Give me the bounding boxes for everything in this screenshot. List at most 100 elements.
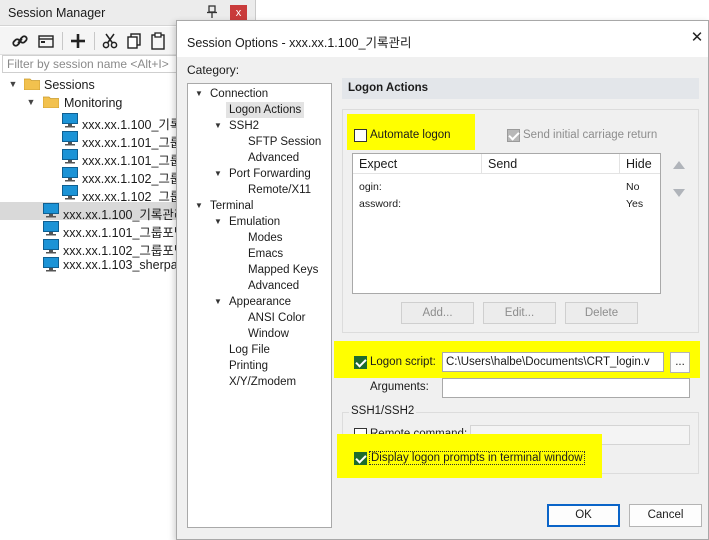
column-header-hide[interactable]: Hide [620, 154, 660, 174]
monitor-icon [62, 185, 78, 200]
session-options-dialog: Session Options - xxx.xx.1.100_기록관리 ✕ Ca… [176, 20, 709, 540]
category-label-text: Window [248, 328, 289, 340]
category-label-text: Port Forwarding [229, 168, 311, 180]
category-label-text: Modes [248, 232, 283, 244]
browse-script-button[interactable]: ... [670, 352, 690, 373]
category-item-emulation-advanced[interactable]: Advanced [248, 278, 299, 294]
toolbar-separator [62, 32, 63, 50]
move-up-icon[interactable] [672, 159, 686, 171]
category-item-appearance[interactable]: ▼ Appearance [213, 294, 291, 310]
ssh-group-label: SSH1/SSH2 [349, 405, 417, 417]
logon-script-checkbox[interactable] [354, 356, 367, 369]
monitor-icon [62, 149, 78, 164]
column-header-expect[interactable]: Expect [353, 154, 482, 174]
delete-button[interactable]: Delete [565, 302, 638, 324]
category-tree[interactable]: ▼ Connection Logon Actions ▼ SSH2 SFTP Ses… [187, 83, 332, 528]
monitor-icon [62, 167, 78, 182]
category-item-log-file[interactable]: Log File [229, 342, 270, 358]
category-item-mapped-keys[interactable]: Mapped Keys [248, 262, 318, 278]
category-label-text: Advanced [248, 152, 300, 164]
chevron-down-icon[interactable]: ▼ [194, 198, 204, 214]
table-cell-hide[interactable]: No [626, 181, 639, 193]
category-item-printing[interactable]: Printing [229, 358, 268, 374]
move-down-icon[interactable] [672, 187, 686, 199]
chevron-down-icon[interactable]: ▼ [213, 214, 223, 230]
display-prompts-label: Display logon prompts in terminal window [369, 451, 585, 465]
display-prompts-checkbox[interactable] [354, 452, 367, 465]
logon-actions-table[interactable]: Expect Send Hide ogin: No assword: Yes [352, 153, 661, 294]
category-label-text: Mapped Keys [248, 264, 319, 276]
ok-button[interactable]: OK [547, 504, 620, 527]
category-item-ssh2-advanced[interactable]: Advanced [248, 150, 299, 166]
add-button[interactable]: Add... [401, 302, 474, 324]
dialog-title: Session Options - xxx.xx.1.100_기록관리 [187, 36, 412, 50]
category-item-logon-actions[interactable]: Logon Actions [226, 102, 305, 118]
category-item-ssh2[interactable]: ▼ SSH2 [213, 118, 259, 134]
category-item-sftp-session[interactable]: SFTP Session [248, 134, 321, 150]
table-cell-expect[interactable]: assword: [359, 198, 401, 210]
tree-item-label: Sessions [44, 78, 95, 92]
link-icon[interactable] [10, 31, 30, 51]
edit-button[interactable]: Edit... [483, 302, 556, 324]
cancel-button[interactable]: Cancel [629, 504, 702, 527]
table-cell-hide[interactable]: Yes [626, 198, 643, 210]
automate-logon-label: Automate logon [370, 129, 451, 141]
chevron-down-icon[interactable]: ▼ [213, 118, 223, 134]
category-label: Category: [187, 63, 240, 77]
automate-logon-checkbox[interactable] [354, 129, 367, 142]
category-item-terminal[interactable]: ▼ Terminal [194, 198, 253, 214]
logon-script-path-field[interactable]: C:\Users\halbe\Documents\CRT_login.v [442, 352, 664, 372]
add-icon[interactable] [68, 31, 88, 51]
category-label-text: Emacs [248, 248, 284, 260]
category-item-modes[interactable]: Modes [248, 230, 283, 246]
monitor-icon [62, 113, 78, 128]
category-label-text: Connection [210, 88, 269, 100]
monitor-icon [43, 221, 59, 236]
pin-icon[interactable] [205, 5, 219, 19]
arguments-field[interactable] [442, 378, 690, 398]
chevron-down-icon[interactable]: ▼ [8, 78, 18, 90]
folder-icon [23, 77, 41, 91]
copy-icon[interactable] [124, 31, 144, 51]
logon-script-label: Logon script: [370, 356, 436, 368]
category-label-text: ANSI Color [248, 312, 306, 324]
monitor-icon [62, 131, 78, 146]
monitor-icon [43, 239, 59, 254]
category-label-text: Logon Actions [229, 104, 302, 116]
chevron-down-icon[interactable]: ▼ [26, 96, 36, 108]
category-item-emacs[interactable]: Emacs [248, 246, 283, 262]
window-icon[interactable] [36, 31, 56, 51]
dialog-titlebar: Session Options - xxx.xx.1.100_기록관리 ✕ [177, 21, 708, 57]
category-item-remote-x11[interactable]: Remote/X11 [248, 182, 311, 198]
paste-icon[interactable] [148, 31, 168, 51]
session-manager-title: Session Manager [8, 6, 106, 20]
category-label-text: X/Y/Zmodem [229, 376, 297, 388]
send-cr-checkbox[interactable] [507, 129, 520, 142]
category-item-window[interactable]: Window [248, 326, 289, 342]
panel-header: Logon Actions [342, 78, 699, 99]
cut-icon[interactable] [100, 31, 120, 51]
tree-item-label: xxx.xx.1.103_sherpa_ [63, 258, 185, 272]
column-header-send[interactable]: Send [482, 154, 620, 174]
monitor-icon [43, 203, 59, 218]
close-icon[interactable]: ✕ [689, 30, 705, 46]
session-manager-close-button[interactable]: x [230, 5, 247, 21]
category-item-ansi-color[interactable]: ANSI Color [248, 310, 306, 326]
table-cell-expect[interactable]: ogin: [359, 181, 382, 193]
tree-item-label: Monitoring [64, 96, 123, 110]
toolbar-separator [94, 32, 95, 50]
arguments-label: Arguments: [370, 381, 429, 393]
category-label-text: Advanced [248, 280, 300, 292]
category-item-connection[interactable]: ▼ Connection [194, 86, 268, 102]
chevron-down-icon[interactable]: ▼ [213, 166, 223, 182]
chevron-down-icon[interactable]: ▼ [194, 86, 204, 102]
chevron-down-icon[interactable]: ▼ [213, 294, 223, 310]
category-label-text: SFTP Session [248, 136, 322, 148]
panel-title: Logon Actions [348, 82, 429, 94]
category-label-text: Remote/X11 [248, 184, 312, 196]
send-cr-label: Send initial carriage return [523, 129, 658, 141]
category-label-text: Terminal [210, 200, 254, 212]
category-item-port-forwarding[interactable]: ▼ Port Forwarding [213, 166, 311, 182]
category-item-emulation[interactable]: ▼ Emulation [213, 214, 280, 230]
category-item-xyzmodem[interactable]: X/Y/Zmodem [229, 374, 296, 390]
